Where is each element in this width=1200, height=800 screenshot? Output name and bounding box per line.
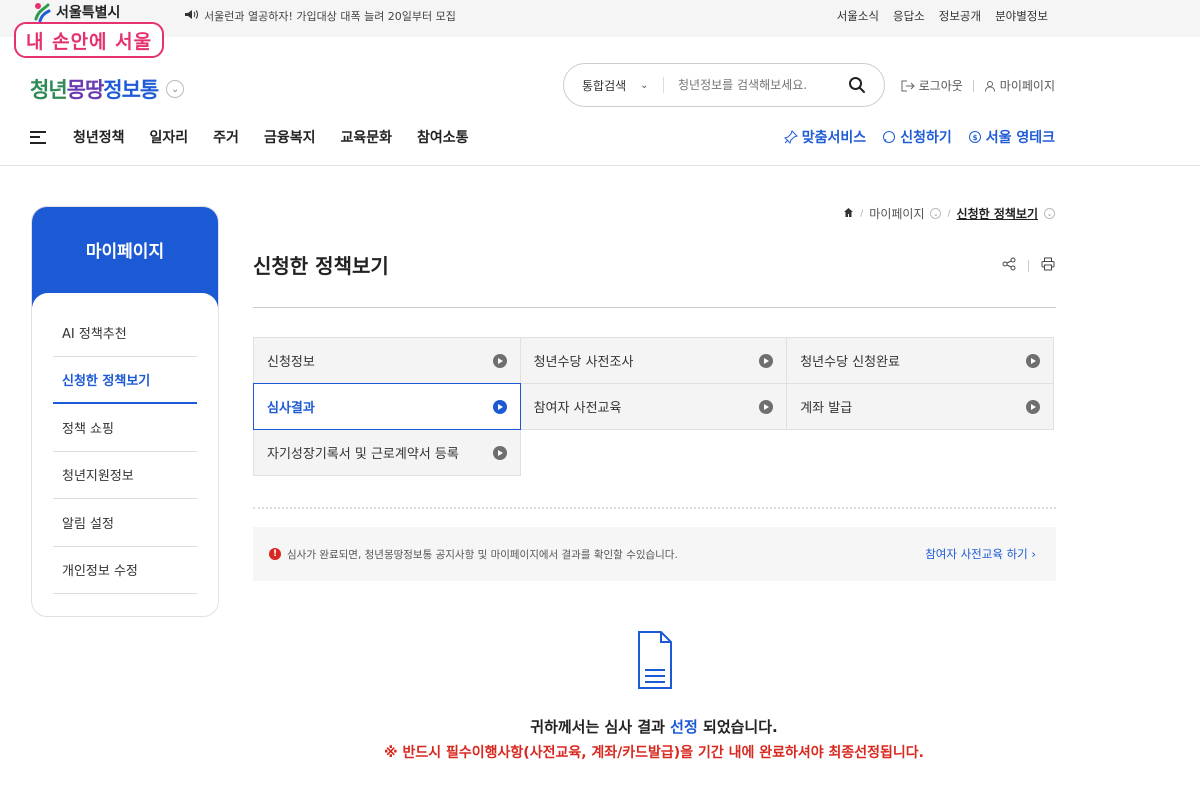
tab-growth-record[interactable]: 자기성장기록서 및 근로계약서 등록 — [253, 429, 521, 476]
breadcrumb: / 마이페이지 ⌄ / 신청한 정책보기 ⌄ — [843, 205, 1055, 222]
mypage-link[interactable]: 마이페이지 — [984, 77, 1055, 94]
tab-allowance-survey[interactable]: 청년수당 사전조사 — [519, 337, 788, 384]
sidebar-item-ai-recommend[interactable]: AI 정책추천 — [53, 309, 197, 357]
sidebar-title: 마이페이지 — [32, 207, 218, 307]
chevron-down-icon: ⌄ — [640, 79, 649, 91]
tab-allowance-complete[interactable]: 청년수당 신청완료 — [786, 337, 1054, 384]
breadcrumb-separator: / — [860, 208, 864, 219]
divider — [1028, 259, 1029, 272]
site-logo[interactable]: 청년몽땅정보통 ⌄ — [30, 74, 185, 104]
seoul-logo-icon — [30, 1, 52, 23]
print-icon[interactable] — [1041, 256, 1055, 275]
title-divider — [253, 307, 1056, 308]
search-input[interactable] — [664, 78, 834, 92]
sidebar-item-policy-shopping[interactable]: 정책 쇼핑 — [53, 404, 197, 452]
user-links: 로그아웃 마이페이지 — [901, 77, 1055, 94]
arrow-right-icon — [759, 399, 774, 414]
arrow-right-icon — [492, 445, 507, 460]
arrow-right-icon — [492, 353, 507, 368]
user-icon — [984, 80, 995, 92]
chevron-down-icon[interactable]: ⌄ — [930, 208, 942, 219]
nav-item-housing[interactable]: 주거 — [213, 127, 239, 147]
tab-review-result[interactable]: 심사결과 — [253, 383, 521, 430]
nav-item-youth-policy[interactable]: 청년정책 — [73, 127, 125, 147]
home-icon[interactable] — [843, 207, 854, 221]
arrow-right-icon — [1025, 353, 1040, 368]
result-status: 선정 — [670, 718, 698, 736]
search-scope-select[interactable]: 통합검색 ⌄ — [564, 77, 664, 93]
menu-icon[interactable] — [30, 130, 46, 144]
seoul-logo-label: 서울특별시 — [56, 5, 121, 21]
search-icon[interactable] — [848, 76, 866, 94]
youth-tech-link[interactable]: $ 서울 영테크 — [968, 127, 1055, 147]
breadcrumb-separator: / — [947, 208, 951, 219]
sidebar-item-youth-support[interactable]: 청년지원정보 — [53, 452, 197, 499]
nav-item-jobs[interactable]: 일자리 — [150, 127, 189, 147]
info-message: 심사가 완료되면, 청년몽땅정보통 공지사항 및 마이페이지에서 결과를 확인할… — [287, 548, 678, 561]
main-navigation: 청년정책 일자리 주거 금융복지 교육문화 참여소통 — [30, 127, 469, 147]
arrow-right-icon — [1025, 399, 1040, 414]
dotted-divider — [253, 507, 1056, 509]
sidebar-item-profile-edit[interactable]: 개인정보 수정 — [53, 547, 197, 594]
custom-service-link[interactable]: 맞춤서비스 — [783, 127, 866, 147]
util-link-field-info[interactable]: 분야별정보 — [995, 8, 1048, 24]
chevron-down-icon[interactable]: ⌄ — [1044, 208, 1055, 219]
util-link-eungdapso[interactable]: 응답소 — [893, 8, 925, 24]
notice-text: 서울런과 열공하자! 가입대상 대폭 늘려 20일부터 모집 — [204, 10, 456, 23]
info-notice-box: ! 심사가 완료되면, 청년몽땅정보통 공지사항 및 마이페이지에서 결과를 확… — [253, 527, 1056, 581]
title-tools — [1002, 256, 1055, 275]
chevron-down-icon[interactable]: ⌄ — [166, 80, 185, 98]
svg-text:$: $ — [972, 134, 977, 142]
policy-step-tabs: 신청정보 청년수당 사전조사 청년수당 신청완료 심사결과 참여자 사전교육 계… — [253, 337, 1056, 476]
utility-links: 서울소식 응답소 정보공개 분야별정보 — [837, 8, 1048, 24]
top-utility-bar: 서울특별시 서울런과 열공하자! 가입대상 대폭 늘려 20일부터 모집 서울소… — [0, 0, 1200, 37]
tab-application-info[interactable]: 신청정보 — [253, 337, 521, 384]
logout-link[interactable]: 로그아웃 — [901, 77, 963, 94]
watermark-stamp: 내 손안에 서울 — [14, 22, 165, 58]
seoul-city-logo[interactable]: 서울특별시 — [30, 1, 120, 23]
nav-item-education-culture[interactable]: 교육문화 — [340, 127, 392, 147]
sidebar-item-notifications[interactable]: 알림 설정 — [53, 499, 197, 547]
result-message: 귀하께서는 심사 결과 선정 되었습니다. — [530, 718, 778, 736]
result-requirement-note: ※ 반드시 필수이행사항(사전교육, 계좌/카드발급)을 기간 내에 완료하셔야… — [384, 745, 924, 761]
header-divider — [0, 165, 1200, 166]
search-bar: 통합검색 ⌄ — [563, 63, 885, 107]
util-link-info-open[interactable]: 정보공개 — [939, 8, 981, 24]
sidebar-menu: AI 정책추천 신청한 정책보기 정책 쇼핑 청년지원정보 알림 설정 개인정보… — [32, 293, 218, 594]
arrow-right-icon — [492, 399, 507, 414]
quick-links: 맞춤서비스 신청하기 $ 서울 영테크 — [783, 127, 1055, 147]
notice-banner[interactable]: 서울런과 열공하자! 가입대상 대폭 늘려 20일부터 모집 — [184, 8, 456, 24]
arrow-right-icon — [759, 353, 774, 368]
coin-icon: $ — [968, 131, 981, 143]
mypage-sidebar: 마이페이지 AI 정책추천 신청한 정책보기 정책 쇼핑 청년지원정보 알림 설… — [31, 206, 219, 617]
site-logo-text: 청년몽땅정보통 — [30, 78, 159, 102]
pin-icon — [783, 130, 798, 144]
alert-icon: ! — [269, 548, 281, 560]
sidebar-item-applied-policies[interactable]: 신청한 정책보기 — [53, 357, 197, 404]
divider — [972, 79, 974, 92]
nav-item-participation[interactable]: 참여소통 — [417, 127, 469, 147]
chat-icon — [883, 131, 896, 143]
document-icon — [637, 630, 673, 694]
speaker-icon — [184, 9, 198, 23]
nav-item-finance-welfare[interactable]: 금융복지 — [264, 127, 316, 147]
page-title: 신청한 정책보기 — [253, 254, 389, 278]
search-scope-value: 통합검색 — [582, 78, 627, 93]
tab-pre-education[interactable]: 참여자 사전교육 — [519, 383, 788, 430]
logout-icon — [901, 80, 915, 91]
apply-link[interactable]: 신청하기 — [882, 127, 952, 147]
breadcrumb-mypage[interactable]: 마이페이지 — [869, 205, 924, 222]
tab-account-issue[interactable]: 계좌 발급 — [786, 383, 1054, 430]
pre-education-link[interactable]: 참여자 사전교육 하기 › — [925, 546, 1036, 562]
util-link-news[interactable]: 서울소식 — [837, 8, 879, 24]
breadcrumb-current[interactable]: 신청한 정책보기 — [957, 205, 1038, 222]
share-icon[interactable] — [1002, 256, 1016, 275]
